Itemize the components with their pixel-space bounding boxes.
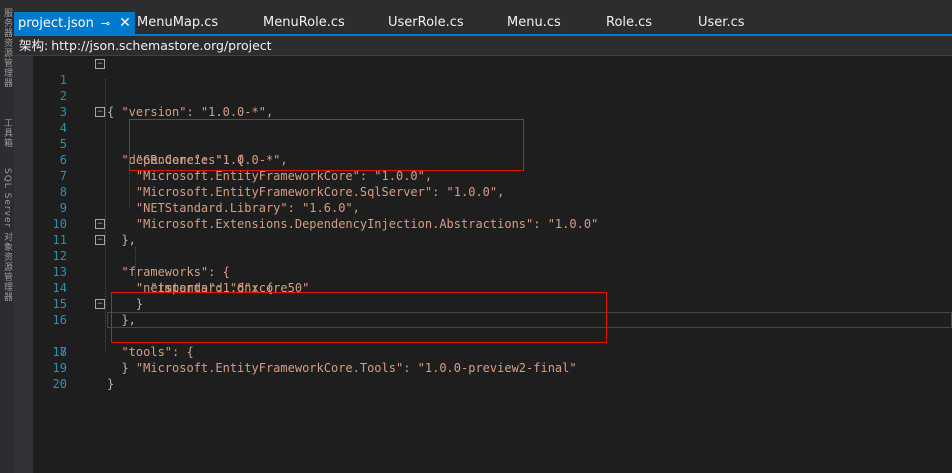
code-line: 7 "Microsoft.EntityFrameworkCore.SqlServ… <box>33 152 952 199</box>
code-line: 14 } <box>33 264 952 311</box>
code-line: 3 <box>33 88 952 119</box>
code-line: 18 } <box>33 328 952 375</box>
line-number: 20 <box>52 377 67 391</box>
tabbar-top-strip <box>14 0 952 12</box>
schema-url[interactable]: http://json.schemastore.org/project <box>51 38 271 53</box>
code-line: 10 }, <box>33 200 952 247</box>
sql-object-explorer-tab[interactable]: SQL Server 对象资源管理器 <box>0 168 14 318</box>
code-line: 5 "GR.Core": "1.0.0-*", <box>33 120 952 167</box>
code-line: 20 <box>33 360 952 391</box>
pin-icon[interactable]: ⊸ <box>101 13 110 35</box>
code-line: 16 − "tools": { <box>33 296 952 359</box>
schema-bar: 架构: http://json.schemastore.org/project <box>14 36 952 56</box>
tab-project-json[interactable]: project.json ⊸ ✕ <box>14 12 135 34</box>
tab-user-cs[interactable]: User.cs <box>698 12 745 34</box>
left-tool-strip: 服务器资源管理器 工具箱 SQL Server 对象资源管理器 <box>0 0 15 473</box>
code-line: 6 "Microsoft.EntityFrameworkCore": "1.0.… <box>33 136 952 183</box>
schema-label: 架构: <box>19 38 49 53</box>
code-line: 12 − "netstandard1.6": { <box>33 232 952 295</box>
server-explorer-tab[interactable]: 服务器资源管理器 <box>0 8 14 108</box>
code-text: } <box>107 377 115 391</box>
close-icon[interactable]: ✕ <box>119 12 131 34</box>
collapse-icon[interactable]: − <box>95 219 105 229</box>
collapse-icon[interactable]: − <box>95 299 105 309</box>
editor-margin <box>14 56 33 473</box>
tab-menumap-cs[interactable]: MenuMap.cs <box>137 12 218 34</box>
collapse-icon[interactable]: − <box>95 59 105 69</box>
code-line: 11 − "frameworks": { <box>33 216 952 279</box>
code-line: 2 "version": "1.0.0-*", <box>33 72 952 119</box>
toolbox-tab[interactable]: 工具箱 <box>0 118 14 163</box>
document-tab-bar: project.json ⊸ ✕ MenuMap.cs MenuRole.cs Us… <box>14 12 952 36</box>
code-line: 1 − { <box>33 56 952 119</box>
current-line-highlight <box>107 312 952 328</box>
code-line: 13 "imports": "dnxcore50" <box>33 248 952 295</box>
tab-menurole-cs[interactable]: MenuRole.cs <box>263 12 345 34</box>
code-line: 19 } <box>33 344 952 391</box>
collapse-icon[interactable]: − <box>95 107 105 117</box>
collapse-icon[interactable]: − <box>95 235 105 245</box>
code-line: 9 "Microsoft.Extensions.DependencyInject… <box>33 184 952 231</box>
tab-userrole-cs[interactable]: UserRole.cs <box>388 12 464 34</box>
code-line: 8 "NETStandard.Library": "1.6.0", <box>33 168 952 215</box>
tab-label: project.json <box>18 16 94 31</box>
code-line-current: 17 "Microsoft.EntityFrameworkCore.Tools"… <box>33 312 952 375</box>
tab-menu-cs[interactable]: Menu.cs <box>507 12 561 34</box>
tab-role-cs[interactable]: Role.cs <box>606 12 652 34</box>
code-line: 4 − "dependencies": { <box>33 104 952 167</box>
code-line: 15 }, <box>33 280 952 327</box>
